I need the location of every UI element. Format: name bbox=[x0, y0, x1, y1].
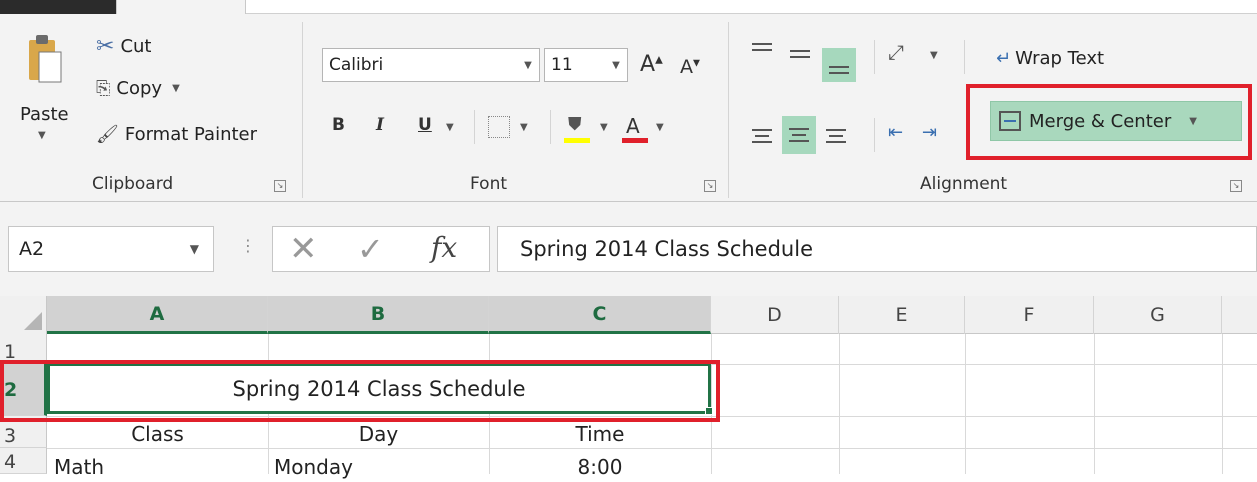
cell-b4[interactable]: Monday bbox=[274, 452, 353, 482]
group-divider bbox=[302, 22, 303, 198]
cancel-icon[interactable]: ✕ bbox=[289, 229, 318, 269]
cell-a3[interactable]: Class bbox=[47, 418, 268, 450]
borders-icon[interactable] bbox=[488, 116, 510, 138]
wrap-text-icon: ↵ bbox=[996, 48, 1012, 69]
orientation-icon[interactable]: ⤢ bbox=[888, 40, 904, 64]
align-center-icon[interactable] bbox=[782, 116, 816, 154]
chevron-down-icon[interactable]: ▼ bbox=[605, 49, 627, 81]
column-header-d[interactable]: D bbox=[711, 296, 839, 334]
scissors-icon: ✂ bbox=[96, 34, 115, 59]
font-name-value: Calibri bbox=[329, 55, 384, 75]
format-painter-button[interactable]: 🖌 Format Painter bbox=[96, 124, 257, 145]
font-group-label: Font bbox=[470, 174, 508, 194]
bold-button[interactable]: B bbox=[332, 115, 345, 135]
divider bbox=[964, 40, 965, 74]
copy-icon: ⎘ bbox=[96, 78, 111, 99]
paste-icon bbox=[29, 35, 62, 83]
shrink-font-button[interactable]: A▼ bbox=[680, 56, 700, 78]
divider bbox=[550, 110, 551, 144]
formula-buttons: ✕ ✓ fx bbox=[272, 226, 490, 272]
paint-bucket-icon: ⛊ bbox=[568, 114, 582, 135]
column-header-g[interactable]: G bbox=[1094, 296, 1222, 334]
chevron-down-icon[interactable]: ▼ bbox=[190, 242, 199, 256]
font-color-dropdown-icon[interactable]: ▼ bbox=[656, 122, 664, 133]
clipboard-group-label: Clipboard bbox=[92, 174, 174, 194]
fill-color-button[interactable]: ⛊ bbox=[564, 114, 590, 144]
align-right-icon[interactable] bbox=[822, 122, 850, 150]
select-all-corner[interactable] bbox=[0, 296, 47, 334]
divider bbox=[874, 40, 875, 74]
format-painter-label: Format Painter bbox=[124, 124, 258, 145]
top-align-icon[interactable] bbox=[748, 36, 776, 64]
italic-button[interactable]: I bbox=[376, 115, 384, 135]
check-icon[interactable]: ✓ bbox=[357, 229, 384, 269]
column-header-f[interactable]: F bbox=[965, 296, 1094, 334]
cell-b3[interactable]: Day bbox=[268, 418, 489, 450]
column-header-e[interactable]: E bbox=[839, 296, 965, 334]
brush-icon: 🖌 bbox=[96, 124, 119, 145]
paste-dropdown-icon[interactable]: ▼ bbox=[38, 130, 46, 141]
cell-c3[interactable]: Time bbox=[489, 418, 711, 450]
decrease-indent-icon[interactable]: ⇤ bbox=[888, 122, 903, 143]
formula-input[interactable]: Spring 2014 Class Schedule bbox=[497, 226, 1257, 272]
font-color-label: A bbox=[626, 114, 640, 138]
bottom-align-icon[interactable] bbox=[822, 48, 856, 82]
insert-function-button[interactable]: fx bbox=[431, 231, 457, 264]
chevron-down-icon[interactable]: ▼ bbox=[517, 49, 539, 81]
borders-dropdown-icon[interactable]: ▼ bbox=[520, 122, 528, 133]
font-name-select[interactable]: Calibri ▼ bbox=[322, 48, 540, 82]
paste-label: Paste bbox=[20, 104, 69, 125]
wrap-text-button[interactable]: ↵ Wrap Text bbox=[996, 48, 1104, 69]
orientation-dropdown-icon[interactable]: ▼ bbox=[930, 50, 938, 61]
formula-content: Spring 2014 Class Schedule bbox=[520, 237, 813, 261]
font-color-button[interactable]: A bbox=[620, 112, 648, 144]
name-box-value: A2 bbox=[19, 238, 45, 260]
fill-dropdown-icon[interactable]: ▼ bbox=[600, 122, 608, 133]
copy-label: Copy bbox=[116, 78, 163, 99]
grow-font-button[interactable]: A▲ bbox=[640, 52, 663, 77]
middle-align-icon[interactable] bbox=[786, 40, 814, 68]
font-size-value: 11 bbox=[551, 55, 573, 75]
font-size-select[interactable]: 11 ▼ bbox=[544, 48, 628, 82]
merge-highlight-box bbox=[966, 84, 1252, 160]
copy-dropdown-icon[interactable]: ▼ bbox=[172, 83, 180, 94]
row-header-4[interactable]: 4 bbox=[0, 448, 47, 474]
group-divider bbox=[728, 22, 729, 198]
alignment-launcher-icon[interactable]: ↘ bbox=[1230, 180, 1242, 192]
cut-button[interactable]: ✂ Cut bbox=[96, 34, 151, 59]
ribbon-tab-active[interactable] bbox=[0, 0, 116, 14]
cut-label: Cut bbox=[120, 36, 152, 57]
alignment-group-label: Alignment bbox=[920, 174, 1008, 194]
increase-indent-icon[interactable]: ⇥ bbox=[922, 122, 937, 143]
shrink-font-label: A bbox=[680, 56, 693, 78]
ribbon-tab[interactable] bbox=[116, 0, 246, 14]
clipboard-launcher-icon[interactable]: ↘ bbox=[274, 180, 286, 192]
align-left-icon[interactable] bbox=[748, 122, 776, 150]
divider bbox=[474, 110, 475, 144]
cell-a4[interactable]: Math bbox=[54, 452, 104, 482]
divider bbox=[874, 118, 875, 152]
copy-button[interactable]: ⎘ Copy ▼ bbox=[96, 78, 180, 99]
font-launcher-icon[interactable]: ↘ bbox=[704, 180, 716, 192]
column-header-a[interactable]: A bbox=[47, 296, 268, 334]
more-options-icon: ⋮ bbox=[240, 236, 256, 255]
grow-font-label: A bbox=[640, 52, 656, 77]
wrap-text-label: Wrap Text bbox=[1015, 48, 1105, 69]
name-box[interactable]: A2 ▼ bbox=[8, 226, 214, 272]
column-header-b[interactable]: B bbox=[268, 296, 489, 334]
underline-dropdown-icon[interactable]: ▼ bbox=[446, 122, 454, 133]
underline-button[interactable]: U bbox=[418, 115, 432, 135]
column-header-c[interactable]: C bbox=[489, 296, 711, 334]
cell-highlight-box bbox=[0, 360, 720, 422]
cell-c4[interactable]: 8:00 bbox=[489, 452, 711, 482]
